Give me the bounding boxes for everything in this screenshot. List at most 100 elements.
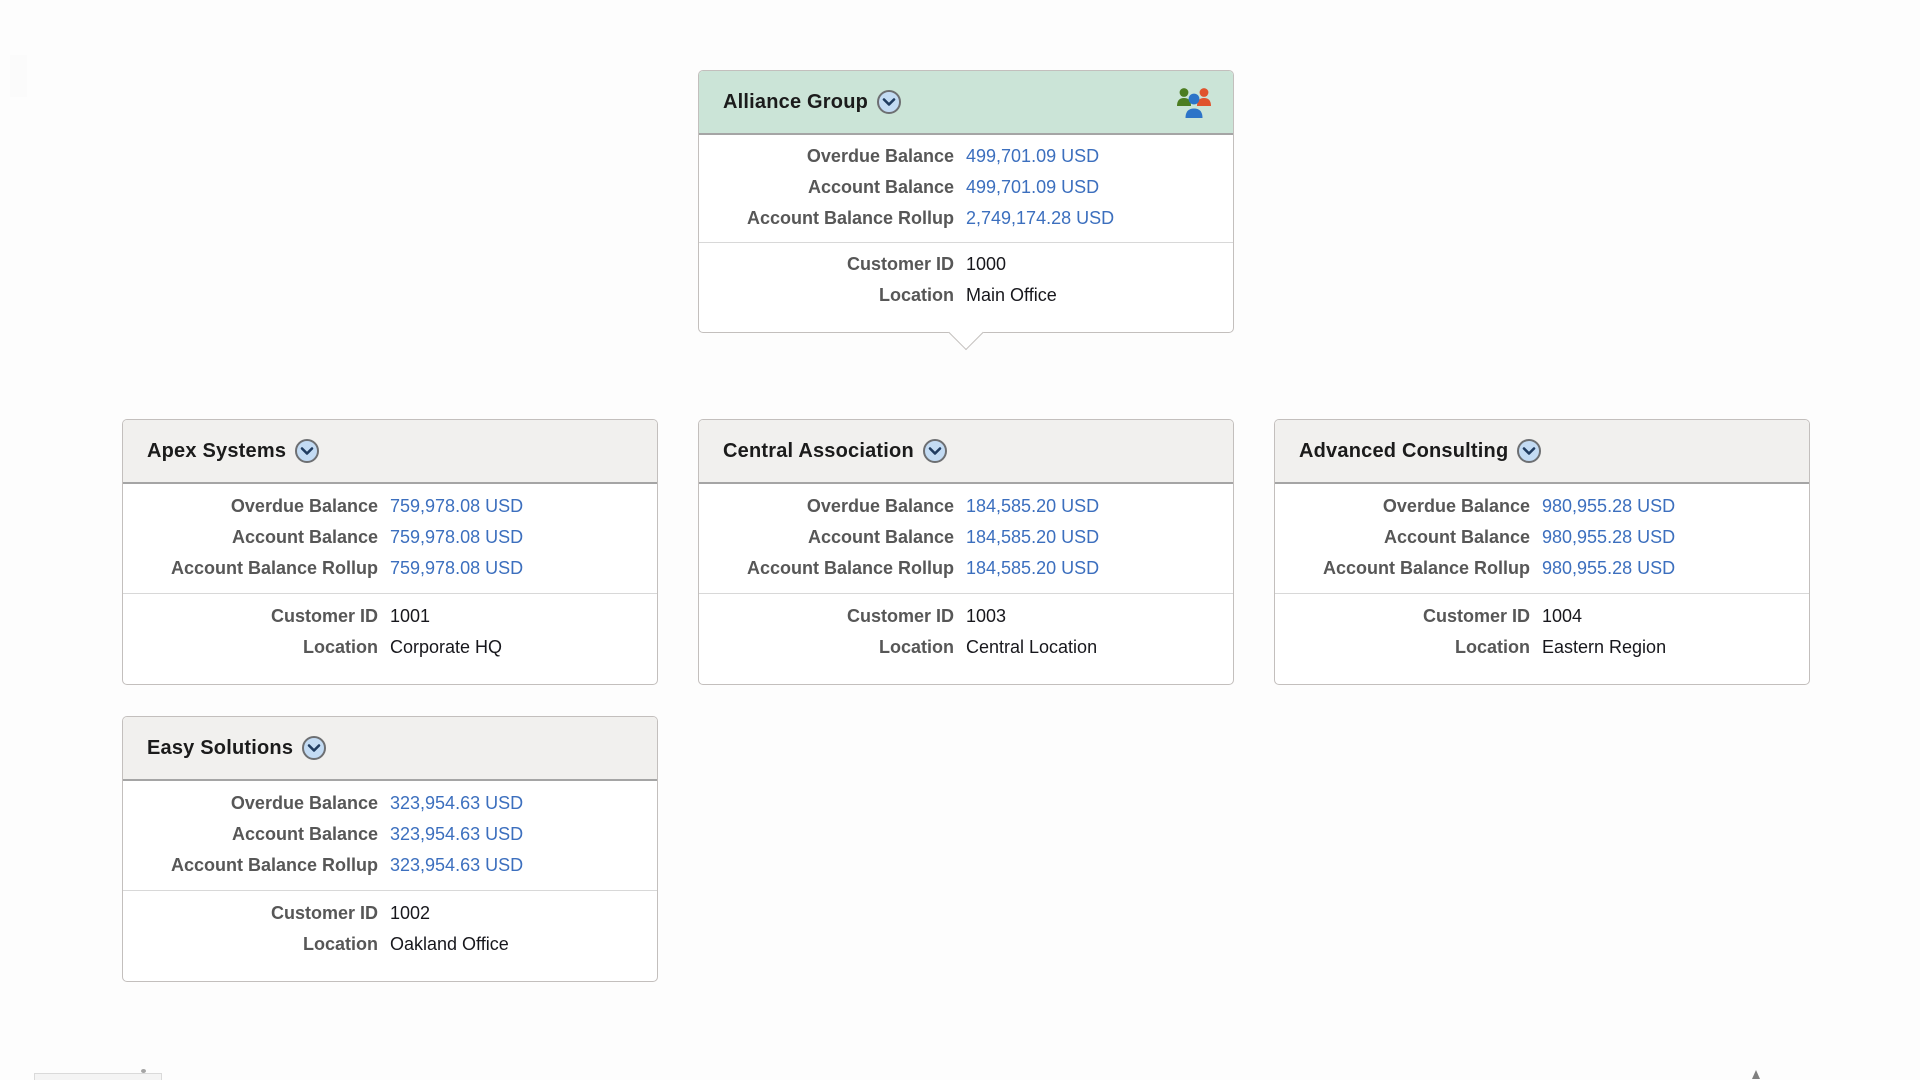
account-balance-rollup-link[interactable]: 184,585.20 USD [966, 553, 1099, 584]
account-balance-rollup-link[interactable]: 980,955.28 USD [1542, 553, 1675, 584]
balance-row: Account Balance 184,585.20 USD [699, 522, 1233, 553]
customer-card-advanced-consulting: Advanced Consulting Overdue Balance 980,… [1274, 419, 1810, 685]
field-label: Overdue Balance [699, 141, 954, 172]
info-section: Customer ID 1003 Location Central Locati… [699, 594, 1233, 663]
info-section: Customer ID 1002 Location Oakland Office [123, 891, 657, 960]
field-label: Location [1275, 632, 1530, 663]
info-row: Customer ID 1000 [699, 249, 1233, 280]
info-row: Location Corporate HQ [123, 632, 657, 663]
field-label: Customer ID [123, 898, 378, 929]
field-label: Account Balance Rollup [123, 850, 378, 881]
overdue-balance-link[interactable]: 184,585.20 USD [966, 491, 1099, 522]
balance-row: Account Balance Rollup 323,954.63 USD [123, 850, 657, 881]
account-balance-link[interactable]: 759,978.08 USD [390, 522, 523, 553]
stray-dot [141, 1069, 146, 1073]
chevron-down-icon[interactable] [922, 438, 948, 464]
chevron-down-icon[interactable] [876, 89, 902, 115]
balance-row: Overdue Balance 499,701.09 USD [699, 141, 1233, 172]
field-label: Customer ID [1275, 601, 1530, 632]
customer-name: Apex Systems [147, 440, 286, 463]
balance-row: Account Balance Rollup 184,585.20 USD [699, 553, 1233, 584]
stray-mark [1752, 1070, 1760, 1079]
customer-hierarchy-canvas: { "org_chart": { "field_labels": { "over… [0, 0, 1920, 1080]
overdue-balance-link[interactable]: 980,955.28 USD [1542, 491, 1675, 522]
info-row: Location Oakland Office [123, 929, 657, 960]
field-label: Account Balance Rollup [699, 203, 954, 234]
field-label: Customer ID [699, 601, 954, 632]
cropped-ui-fragment-top-left [10, 55, 27, 97]
location-value: Oakland Office [390, 929, 509, 960]
balance-row: Account Balance 323,954.63 USD [123, 819, 657, 850]
info-row: Customer ID 1002 [123, 898, 657, 929]
balance-row: Account Balance 980,955.28 USD [1275, 522, 1809, 553]
field-label: Overdue Balance [123, 491, 378, 522]
account-balance-link[interactable]: 184,585.20 USD [966, 522, 1099, 553]
card-header: Alliance Group [699, 71, 1233, 135]
field-label: Location [699, 632, 954, 663]
field-label: Account Balance Rollup [1275, 553, 1530, 584]
balance-row: Account Balance Rollup 759,978.08 USD [123, 553, 657, 584]
field-label: Account Balance [699, 522, 954, 553]
info-section: Customer ID 1001 Location Corporate HQ [123, 594, 657, 663]
location-value: Corporate HQ [390, 632, 502, 663]
balances-section: Overdue Balance 499,701.09 USD Account B… [699, 135, 1233, 242]
related-customers-icon[interactable] [1175, 85, 1213, 119]
overdue-balance-link[interactable]: 499,701.09 USD [966, 141, 1099, 172]
field-label: Account Balance [123, 819, 378, 850]
location-value: Central Location [966, 632, 1097, 663]
account-balance-rollup-link[interactable]: 2,749,174.28 USD [966, 203, 1114, 234]
info-row: Customer ID 1004 [1275, 601, 1809, 632]
cropped-ui-fragment-bottom-left [34, 1073, 162, 1080]
field-label: Location [699, 280, 954, 311]
info-row: Location Eastern Region [1275, 632, 1809, 663]
children-pointer [948, 315, 983, 350]
balance-row: Account Balance Rollup 980,955.28 USD [1275, 553, 1809, 584]
account-balance-rollup-link[interactable]: 323,954.63 USD [390, 850, 523, 881]
balance-row: Overdue Balance 759,978.08 USD [123, 491, 657, 522]
customer-card-alliance-group: Alliance Group [698, 70, 1234, 333]
field-label: Overdue Balance [123, 788, 378, 819]
account-balance-link[interactable]: 323,954.63 USD [390, 819, 523, 850]
account-balance-link[interactable]: 980,955.28 USD [1542, 522, 1675, 553]
customer-card-easy-solutions: Easy Solutions Overdue Balance 323,954.6… [122, 716, 658, 982]
account-balance-link[interactable]: 499,701.09 USD [966, 172, 1099, 203]
customer-card-central-association: Central Association Overdue Balance 184,… [698, 419, 1234, 685]
balances-section: Overdue Balance 184,585.20 USD Account B… [699, 484, 1233, 593]
balances-section: Overdue Balance 759,978.08 USD Account B… [123, 484, 657, 593]
info-row: Customer ID 1001 [123, 601, 657, 632]
balance-row: Overdue Balance 184,585.20 USD [699, 491, 1233, 522]
location-value: Main Office [966, 280, 1057, 311]
field-label: Customer ID [699, 249, 954, 280]
field-label: Customer ID [123, 601, 378, 632]
overdue-balance-link[interactable]: 323,954.63 USD [390, 788, 523, 819]
chevron-down-icon[interactable] [1516, 438, 1542, 464]
customer-card-apex-systems: Apex Systems Overdue Balance 759,978.08 … [122, 419, 658, 685]
chevron-down-icon[interactable] [294, 438, 320, 464]
info-section: Customer ID 1000 Location Main Office [699, 243, 1233, 311]
balances-section: Overdue Balance 980,955.28 USD Account B… [1275, 484, 1809, 593]
info-section: Customer ID 1004 Location Eastern Region [1275, 594, 1809, 663]
chevron-down-icon[interactable] [301, 735, 327, 761]
customer-name: Advanced Consulting [1299, 440, 1508, 463]
field-label: Location [123, 929, 378, 960]
account-balance-rollup-link[interactable]: 759,978.08 USD [390, 553, 523, 584]
balance-row: Account Balance Rollup 2,749,174.28 USD [699, 203, 1233, 234]
field-label: Overdue Balance [699, 491, 954, 522]
field-label: Account Balance Rollup [699, 553, 954, 584]
customer-name: Central Association [723, 440, 914, 463]
field-label: Location [123, 632, 378, 663]
field-label: Account Balance Rollup [123, 553, 378, 584]
info-row: Location Main Office [699, 280, 1233, 311]
balance-row: Overdue Balance 323,954.63 USD [123, 788, 657, 819]
customer-id-value: 1000 [966, 249, 1006, 280]
customer-id-value: 1004 [1542, 601, 1582, 632]
customer-name: Easy Solutions [147, 737, 293, 760]
field-label: Overdue Balance [1275, 491, 1530, 522]
card-header: Advanced Consulting [1275, 420, 1809, 484]
balances-section: Overdue Balance 323,954.63 USD Account B… [123, 781, 657, 890]
overdue-balance-link[interactable]: 759,978.08 USD [390, 491, 523, 522]
card-header: Central Association [699, 420, 1233, 484]
card-header: Apex Systems [123, 420, 657, 484]
location-value: Eastern Region [1542, 632, 1666, 663]
customer-id-value: 1002 [390, 898, 430, 929]
